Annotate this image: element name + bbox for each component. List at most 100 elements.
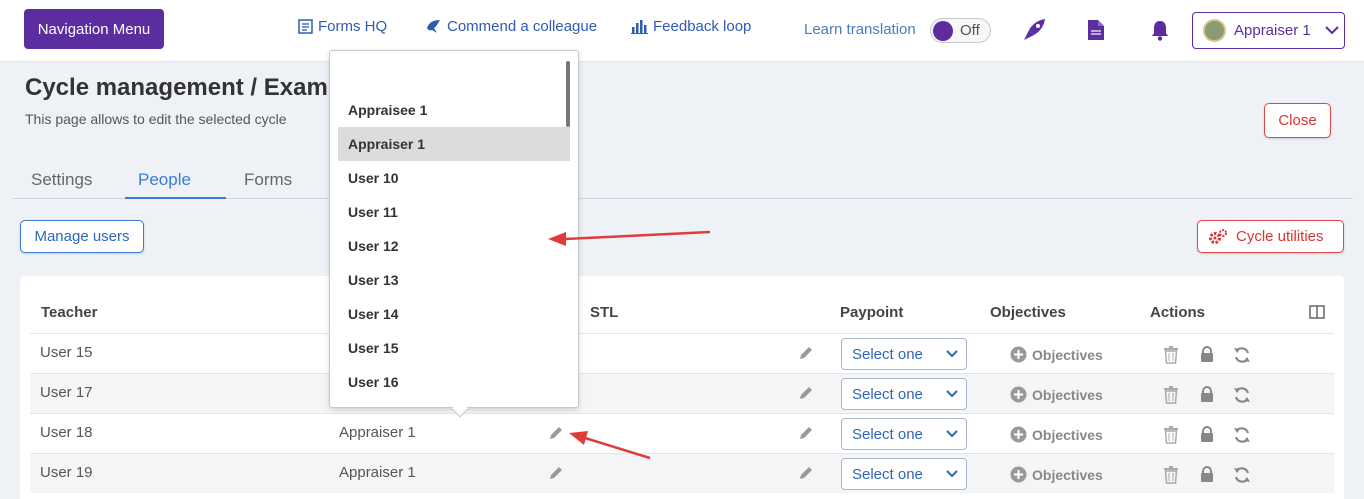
objectives-button[interactable]: Objectives (1010, 466, 1103, 483)
trash-icon[interactable] (1163, 386, 1179, 404)
paypoint-select[interactable]: Select one (841, 378, 967, 410)
paypoint-select-value: Select one (852, 385, 923, 403)
tab-people[interactable]: People (138, 170, 191, 190)
chevron-down-icon (1325, 26, 1339, 35)
dropdown-option[interactable]: Appraisee 1 (338, 93, 570, 127)
edit-pencil-icon[interactable] (548, 425, 564, 441)
chevron-down-icon (946, 470, 958, 478)
lock-icon[interactable] (1200, 466, 1214, 483)
teacher-name: User 19 (40, 464, 93, 481)
table-row: User 19 Appraiser 1 Select one Objective… (30, 453, 1334, 493)
objectives-label: Objectives (1032, 386, 1103, 403)
header-objectives: Objectives (990, 304, 1066, 321)
header-paypoint: Paypoint (840, 304, 904, 321)
edit-pencil-icon[interactable] (798, 385, 814, 401)
objectives-button[interactable]: Objectives (1010, 386, 1103, 403)
lock-icon[interactable] (1200, 426, 1214, 443)
lock-icon[interactable] (1200, 386, 1214, 403)
objectives-button[interactable]: Objectives (1010, 346, 1103, 363)
paypoint-select-value: Select one (852, 425, 923, 443)
paypoint-select[interactable]: Select one (841, 338, 967, 370)
appraiser-name: Appraiser 1 (339, 424, 416, 441)
teacher-name: User 17 (40, 384, 93, 401)
trash-icon[interactable] (1163, 346, 1179, 364)
people-table: Teacher STL Paypoint Objectives Actions … (20, 276, 1344, 499)
chevron-down-icon (946, 350, 958, 358)
edit-pencil-icon[interactable] (798, 345, 814, 361)
dropdown-option[interactable]: User 13 (338, 263, 570, 297)
form-icon (298, 19, 313, 34)
bell-icon[interactable] (1151, 20, 1169, 41)
teacher-name: User 15 (40, 344, 93, 361)
table-row: User 15 Select one Objectives (30, 333, 1334, 373)
bird-icon (427, 20, 440, 33)
tab-forms[interactable]: Forms (244, 170, 292, 190)
avatar (1203, 19, 1226, 42)
edit-pencil-icon[interactable] (548, 465, 564, 481)
active-tab-indicator (125, 197, 226, 199)
toggle-knob (933, 21, 953, 41)
cycle-utilities-button[interactable]: Cycle utilities (1197, 220, 1344, 253)
page-title: Cycle management / Exam (25, 74, 328, 101)
plus-circle-icon (1010, 426, 1027, 443)
chevron-down-icon (946, 390, 958, 398)
paypoint-select-value: Select one (852, 465, 923, 483)
refresh-icon[interactable] (1233, 466, 1251, 484)
header-actions: Actions (1150, 304, 1206, 321)
lock-icon[interactable] (1200, 346, 1214, 363)
paypoint-select[interactable]: Select one (841, 418, 967, 450)
refresh-icon[interactable] (1233, 346, 1251, 364)
objectives-label: Objectives (1032, 426, 1103, 443)
user-menu-button[interactable]: Appraiser 1 (1192, 12, 1345, 49)
feedback-loop-label: Feedback loop (653, 18, 752, 35)
plus-circle-icon (1010, 346, 1027, 363)
forms-hq-link[interactable]: Forms HQ (298, 18, 387, 35)
paypoint-select[interactable]: Select one (841, 458, 967, 490)
dropdown-option[interactable]: User 16 (338, 365, 570, 399)
document-icon[interactable] (1087, 19, 1105, 41)
commend-colleague-label: Commend a colleague (447, 18, 598, 35)
learn-translation-label: Learn translation (804, 21, 916, 38)
dropdown-scrollbar[interactable] (566, 61, 570, 127)
feedback-loop-link[interactable]: Feedback loop (631, 18, 751, 35)
teacher-name: User 18 (40, 424, 93, 441)
dropdown-option-selected[interactable]: Appraiser 1 (338, 127, 570, 161)
dropdown-option[interactable]: User 15 (338, 331, 570, 365)
chevron-down-icon (946, 430, 958, 438)
dropdown-option[interactable]: User 10 (338, 161, 570, 195)
paypoint-select-value: Select one (852, 345, 923, 363)
plus-circle-icon (1010, 386, 1027, 403)
refresh-icon[interactable] (1233, 386, 1251, 404)
refresh-icon[interactable] (1233, 426, 1251, 444)
dropdown-option[interactable]: User 11 (338, 195, 570, 229)
rocket-icon[interactable] (1021, 17, 1047, 43)
gears-icon (1209, 228, 1227, 244)
header-teacher: Teacher (41, 304, 98, 321)
table-row: User 18 Appraiser 1 Select one Objective… (30, 413, 1334, 453)
forms-hq-label: Forms HQ (318, 18, 388, 35)
cycle-utilities-label: Cycle utilities (1236, 228, 1324, 245)
toggle-state-label: Off (960, 22, 980, 39)
objectives-label: Objectives (1032, 466, 1103, 483)
dropdown-option[interactable]: User 14 (338, 297, 570, 331)
plus-circle-icon (1010, 466, 1027, 483)
commend-colleague-link[interactable]: Commend a colleague (425, 18, 597, 35)
objectives-button[interactable]: Objectives (1010, 426, 1103, 443)
appraiser-dropdown[interactable]: Appraisee 1 Appraiser 1 User 10 User 11 … (329, 50, 579, 418)
edit-pencil-icon[interactable] (798, 465, 814, 481)
translation-toggle[interactable]: Off (930, 18, 991, 43)
page-subtitle: This page allows to edit the selected cy… (25, 111, 287, 127)
dropdown-option[interactable]: User 12 (338, 229, 570, 263)
navigation-menu-button[interactable]: Navigation Menu (24, 9, 164, 49)
top-bar: Navigation Menu Forms HQ Commend a colle… (0, 0, 1364, 62)
user-name: Appraiser 1 (1234, 22, 1311, 39)
manage-users-button[interactable]: Manage users (20, 220, 144, 253)
tab-settings[interactable]: Settings (31, 170, 92, 190)
table-row: User 17 Select one Objectives (30, 373, 1334, 413)
edit-pencil-icon[interactable] (798, 425, 814, 441)
tab-bar: Settings People Forms (12, 160, 1353, 199)
close-button[interactable]: Close (1264, 103, 1331, 138)
trash-icon[interactable] (1163, 426, 1179, 444)
columns-toggle-icon[interactable] (1309, 305, 1325, 319)
trash-icon[interactable] (1163, 466, 1179, 484)
